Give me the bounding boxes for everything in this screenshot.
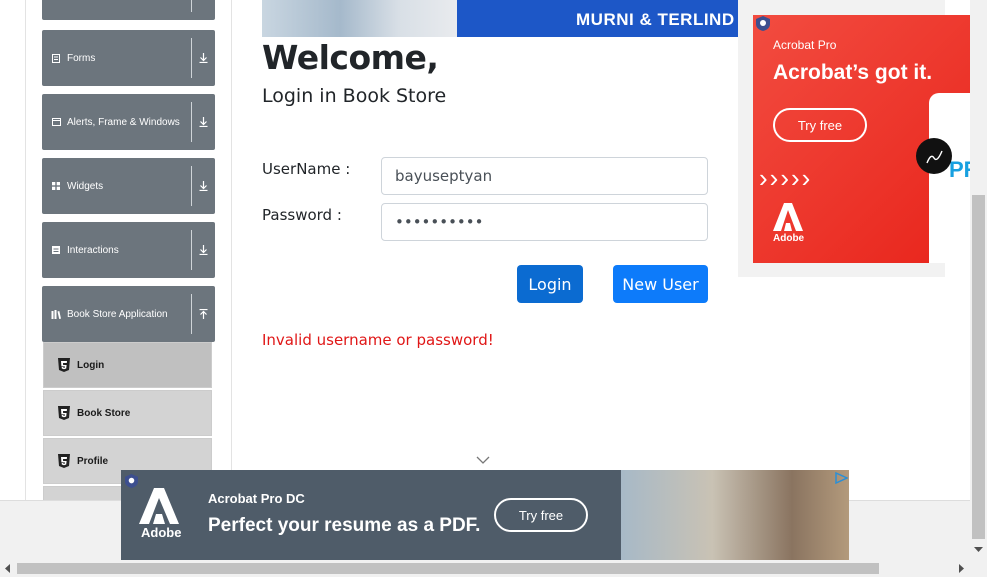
scroll-left-icon[interactable] <box>4 564 11 573</box>
page-subtitle: Login in Book Store <box>262 85 447 107</box>
sidebar-item-label: Profile <box>77 455 109 467</box>
adchoices-icon[interactable] <box>835 472 848 484</box>
sidebar-group-label: Alerts, Frame & Windows <box>67 116 180 128</box>
signature-pen-icon <box>916 138 952 174</box>
grid-icon <box>51 181 61 191</box>
sidebar-item-label: Login <box>77 359 105 371</box>
banner-photo <box>262 0 457 37</box>
sidebar-item-login[interactable]: Login <box>43 342 212 388</box>
html5-icon <box>58 454 70 468</box>
adobe-logo-icon <box>139 488 179 524</box>
list-icon <box>51 245 61 255</box>
horizontal-scroll-thumb[interactable] <box>17 563 879 574</box>
ad-headline: Acrobat’s got it. <box>773 61 933 84</box>
adobe-label: Adobe <box>773 233 805 244</box>
group-separator <box>191 166 192 206</box>
download-icon <box>196 158 210 214</box>
html5-icon <box>58 358 70 372</box>
download-icon <box>196 94 210 150</box>
sidebar-item-book-store[interactable]: Book Store <box>43 390 212 436</box>
password-mask: •••••••••• <box>395 213 484 231</box>
try-free-button[interactable]: Try free <box>494 498 588 532</box>
scroll-right-icon[interactable] <box>958 564 965 573</box>
banner-text: MURNI & TERLIND <box>576 10 735 29</box>
adchoices-shield-icon[interactable] <box>125 474 138 488</box>
username-label: UserName : <box>262 160 351 178</box>
adobe-label: Adobe <box>141 525 182 540</box>
group-separator <box>191 38 192 78</box>
scroll-down-icon[interactable] <box>974 546 983 553</box>
form-icon <box>51 53 61 63</box>
page-title: Welcome, <box>262 38 439 77</box>
window-icon <box>51 117 61 127</box>
bottom-ad[interactable]: Adobe Acrobat Pro DC Perfect your resume… <box>121 470 849 560</box>
sidebar-item-label: Book Store <box>77 407 131 419</box>
sidebar-group-label: Forms <box>67 52 96 64</box>
sidebar-group-bookstore[interactable]: Book Store Application <box>42 286 215 342</box>
sidebar-group-label: Widgets <box>67 180 104 192</box>
group-separator <box>191 230 192 270</box>
group-separator <box>191 102 192 142</box>
ad-photo <box>621 470 849 560</box>
chevrons-decoration: ››››› <box>759 163 813 193</box>
books-icon <box>51 309 61 319</box>
username-field[interactable] <box>381 157 708 195</box>
sidebar-group-widgets[interactable]: Widgets <box>42 158 215 214</box>
chevron-down-icon[interactable] <box>476 456 490 465</box>
sidebar-group-alerts[interactable]: Alerts, Frame & Windows <box>42 94 215 150</box>
right-ad-panel: PRO Acrobat Pro Acrobat’s got it. Try fr… <box>753 15 983 263</box>
upload-icon <box>196 286 210 342</box>
sidebar-group-forms[interactable]: Forms <box>42 30 215 86</box>
ad-product: Acrobat Pro DC <box>208 491 305 506</box>
page: Forms Alerts, Frame & Windows Widgets In… <box>0 0 987 577</box>
download-icon <box>196 222 210 278</box>
vertical-scroll-thumb[interactable] <box>972 195 985 539</box>
group-separator <box>191 0 192 12</box>
sidebar-group-label: Book Store Application <box>67 308 168 320</box>
login-button[interactable]: Login <box>517 265 583 303</box>
html5-icon <box>58 406 70 420</box>
error-message: Invalid username or password! <box>262 331 494 349</box>
adchoices-shield-icon[interactable] <box>756 16 770 31</box>
sidebar-group-partial[interactable] <box>42 0 215 20</box>
top-banner-ad[interactable]: MURNI & TERLIND <box>262 0 772 37</box>
download-icon <box>196 30 210 86</box>
right-ad[interactable]: PRO Acrobat Pro Acrobat’s got it. Try fr… <box>738 0 983 277</box>
sidebar-group-label: Interactions <box>67 244 119 256</box>
ad-headline: Perfect your resume as a PDF. <box>208 515 481 536</box>
try-free-button[interactable]: Try free <box>773 108 867 142</box>
sidebar-group-interactions[interactable]: Interactions <box>42 222 215 278</box>
password-field[interactable]: •••••••••• <box>381 203 708 241</box>
password-label: Password : <box>262 206 342 224</box>
adobe-logo-icon <box>773 203 803 231</box>
new-user-button[interactable]: New User <box>613 265 708 303</box>
group-separator <box>191 294 192 334</box>
ad-eyebrow: Acrobat Pro <box>773 38 837 52</box>
